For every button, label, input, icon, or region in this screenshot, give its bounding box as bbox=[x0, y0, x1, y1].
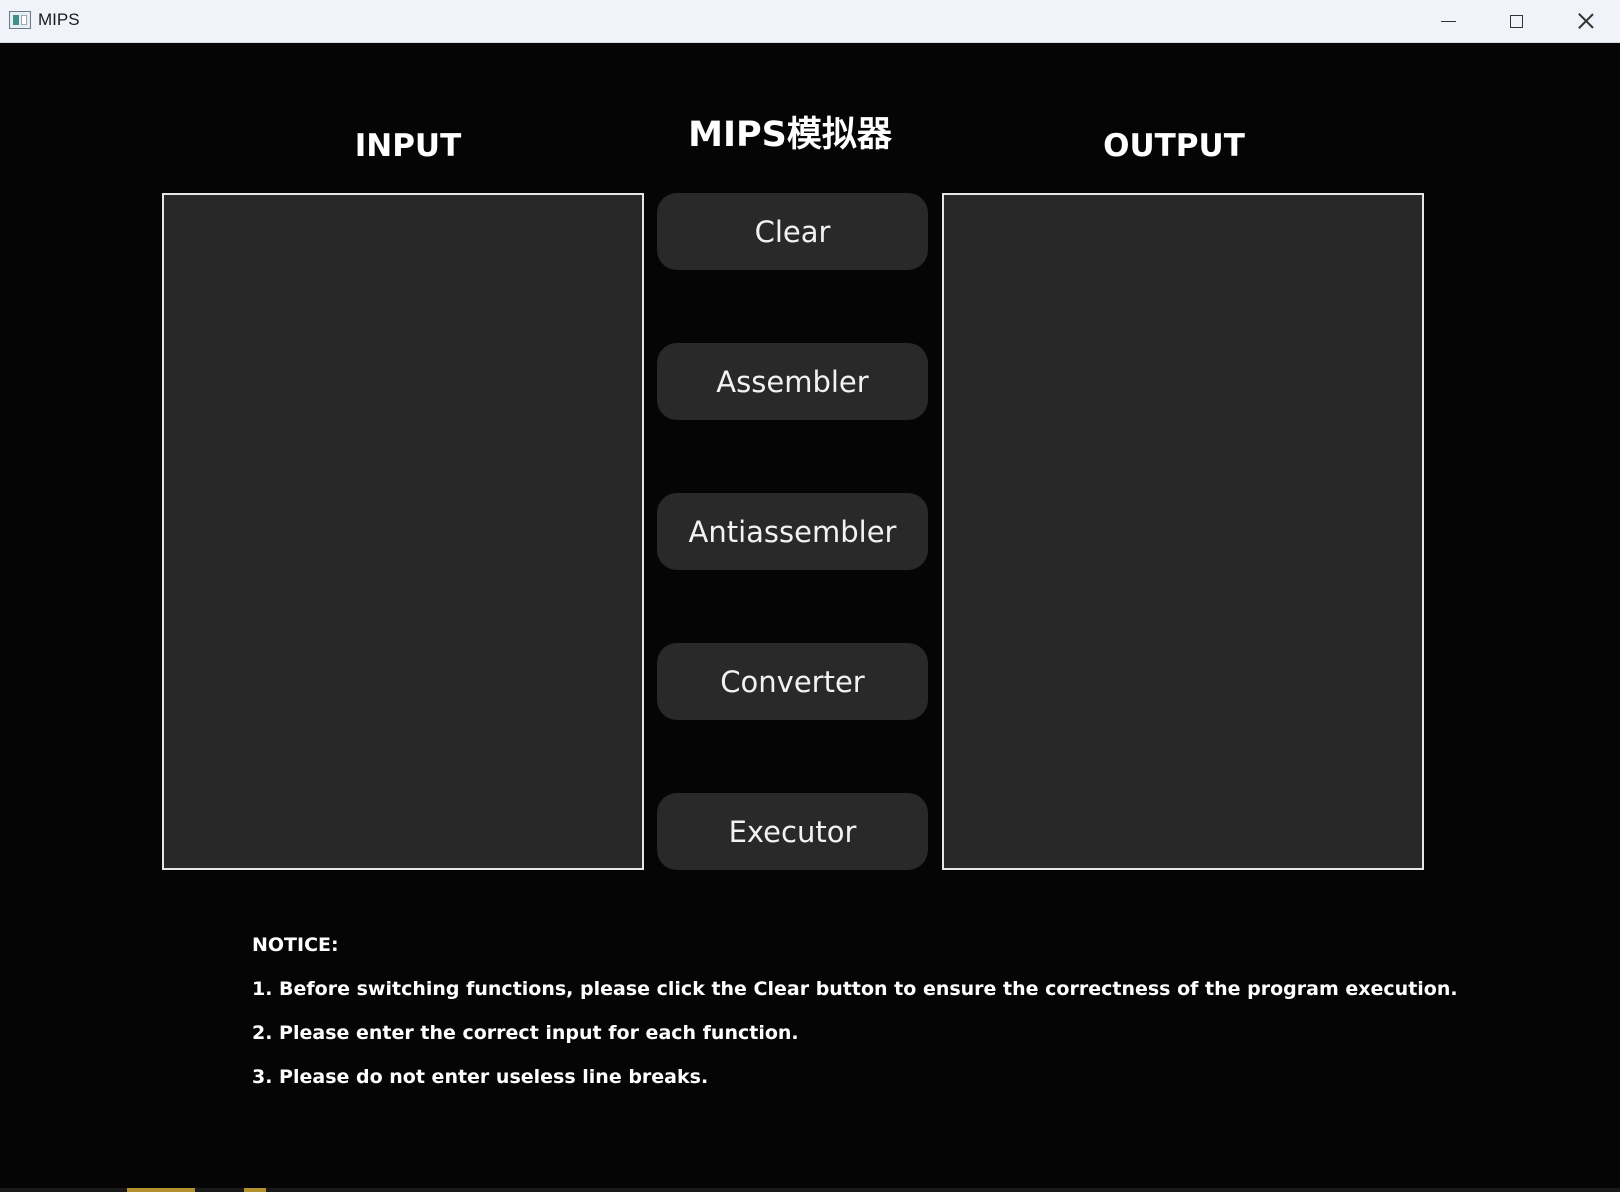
clear-button[interactable]: Clear bbox=[657, 193, 928, 270]
notice-title: NOTICE: bbox=[252, 934, 339, 956]
input-heading: INPUT bbox=[354, 128, 462, 164]
assembler-button[interactable]: Assembler bbox=[657, 343, 928, 420]
app-window: MIPS INPUT MIPS模拟器 OUTPUT Clear Assemble… bbox=[0, 0, 1620, 1192]
maximize-icon bbox=[1509, 14, 1523, 28]
minimize-button[interactable] bbox=[1414, 0, 1482, 42]
notice-section: NOTICE: 1. Before switching functions, p… bbox=[252, 930, 1458, 1106]
notice-item: 1. Before switching functions, please cl… bbox=[252, 978, 1458, 1000]
title-bar[interactable]: MIPS bbox=[0, 0, 1620, 43]
input-textarea[interactable] bbox=[162, 193, 644, 870]
minimize-icon bbox=[1440, 20, 1456, 22]
antiassembler-button[interactable]: Antiassembler bbox=[657, 493, 928, 570]
page-title: MIPS模拟器 bbox=[688, 115, 892, 155]
notice-item: 3. Please do not enter useless line brea… bbox=[252, 1066, 709, 1088]
output-heading: OUTPUT bbox=[1103, 128, 1245, 164]
close-button[interactable] bbox=[1552, 0, 1620, 42]
output-textarea[interactable] bbox=[942, 193, 1424, 870]
maximize-button[interactable] bbox=[1482, 0, 1550, 42]
close-icon bbox=[1578, 13, 1594, 29]
window-title: MIPS bbox=[38, 10, 80, 29]
executor-button[interactable]: Executor bbox=[657, 793, 928, 870]
notice-item: 2. Please enter the correct input for ea… bbox=[252, 1022, 799, 1044]
taskbar-indicator bbox=[127, 1188, 195, 1192]
taskbar-indicator bbox=[244, 1188, 266, 1192]
app-window-icon bbox=[9, 11, 31, 29]
converter-button[interactable]: Converter bbox=[657, 643, 928, 720]
taskbar-edge bbox=[0, 1188, 1620, 1192]
